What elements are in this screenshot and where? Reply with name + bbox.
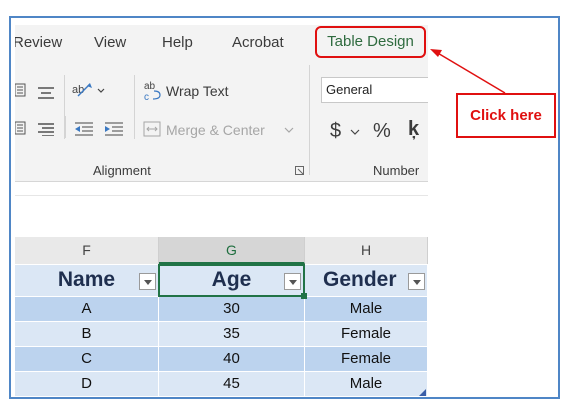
annotation-arrow [430,49,506,94]
callout-click-here: Click here [456,93,556,138]
